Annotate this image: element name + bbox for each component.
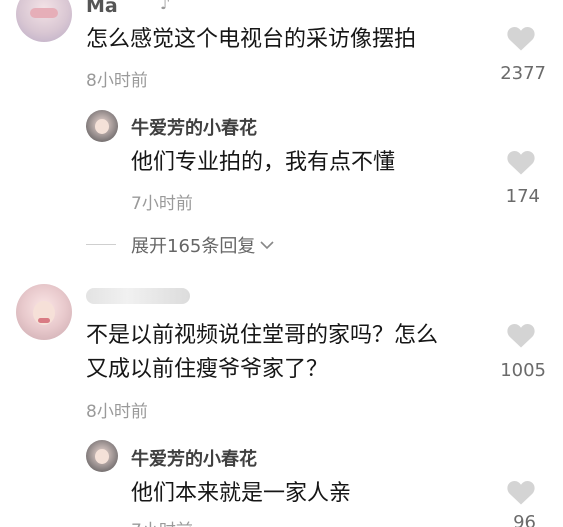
reply-username[interactable]: 牛爱芳的小春花 [131, 445, 257, 471]
comment-time: 8小时前 [86, 71, 148, 91]
avatar[interactable] [86, 440, 118, 472]
divider-line [86, 244, 116, 245]
avatar[interactable] [16, 0, 72, 42]
heart-icon[interactable] [506, 24, 536, 52]
comment-time: 8小时前 [86, 402, 148, 422]
avatar[interactable] [86, 110, 118, 142]
like-count: 2377 [500, 63, 546, 84]
reply-text: 他们本来就是一家人亲 [131, 481, 352, 506]
expand-replies-button[interactable]: 展开165条回复 [131, 232, 275, 258]
username[interactable]: Ma [86, 0, 118, 17]
comment-text-line-1: 不是以前视频说住堂哥的家吗？怎么 [86, 323, 439, 348]
heart-icon[interactable] [506, 148, 536, 176]
chevron-down-icon [260, 241, 274, 250]
like-count: 1005 [500, 360, 546, 381]
like-count: 174 [505, 186, 540, 207]
reply-username[interactable]: 牛爱芳的小春花 [131, 114, 257, 140]
username-obscured[interactable] [86, 288, 190, 304]
avatar[interactable] [16, 284, 72, 340]
heart-icon[interactable] [506, 478, 536, 506]
comment-text: 怎么感觉这个电视台的采访像摆拍 [86, 27, 417, 52]
expand-replies-label: 展开165条回复 [131, 236, 256, 257]
heart-icon[interactable] [506, 321, 536, 349]
reply-text: 他们专业拍的，我有点不懂 [131, 150, 396, 175]
like-count: 96 [513, 512, 536, 527]
music-note-icon: ♪ [160, 0, 171, 13]
comment-text-line-2: 又成以前住瘦爷爷家了？ [86, 357, 329, 382]
reply-time: 7小时前 [131, 194, 193, 214]
reply-time: 7小时前 [131, 516, 193, 527]
